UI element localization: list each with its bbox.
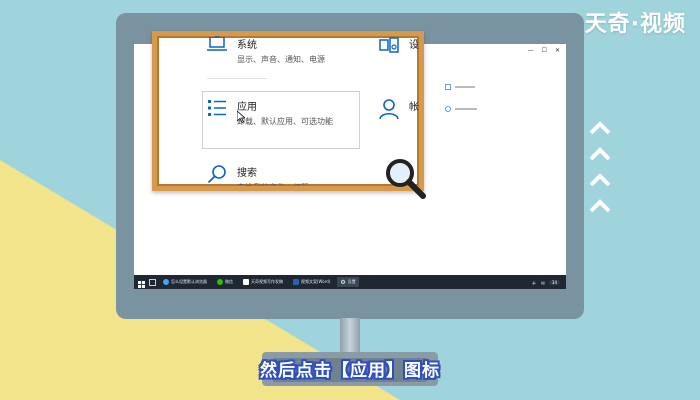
chevron-up-icon	[589, 199, 611, 213]
settings-item-devices[interactable]: 设	[379, 36, 419, 60]
taskbar: 怎么设置默认浏览器 微信 天奇视频写作发稿 视频文案(Word) ⚙ 设置 🔈 …	[134, 275, 566, 289]
calendar-icon	[445, 84, 451, 90]
up-arrows-decoration	[588, 120, 612, 214]
gear-icon: ⚙	[340, 278, 346, 286]
side-widget-1[interactable]	[445, 84, 477, 90]
divider	[207, 78, 267, 79]
taskbar-item-browser[interactable]: 怎么设置默认浏览器	[160, 277, 210, 287]
taskbar-item-word[interactable]: 视频文案(Word)	[290, 277, 333, 287]
person-icon	[379, 98, 399, 124]
settings-item-apps[interactable]: 应用 卸载、默认应用、可选功能	[207, 98, 333, 127]
chevron-up-icon	[589, 147, 611, 161]
settings-item-desc: 卸载、默认应用、可选功能	[237, 117, 333, 126]
side-widget-2[interactable]	[445, 106, 477, 112]
taskbar-item-label: 怎么设置默认浏览器	[171, 279, 207, 284]
clock-icon	[445, 106, 451, 112]
taskbar-item-label: 视频文案(Word)	[301, 279, 331, 284]
taskbar-item-label: 微信	[225, 279, 233, 284]
settings-item-title: 帐	[409, 102, 419, 113]
chevron-up-icon	[589, 121, 611, 135]
word-icon	[293, 279, 299, 285]
browser-icon	[163, 279, 169, 285]
maximize-button[interactable]: ☐	[542, 47, 547, 54]
window-controls: — ☐ ✕	[528, 47, 560, 54]
minimize-button[interactable]: —	[528, 47, 534, 54]
settings-item-desc: 显示、声音、通知、电源	[237, 55, 325, 64]
settings-item-search[interactable]: 搜索 查找我的文件、权限	[207, 164, 309, 191]
laptop-icon	[207, 36, 227, 56]
side-widget-1-text	[455, 86, 475, 88]
brand-watermark: 天奇·视频	[584, 12, 686, 37]
settings-item-title: 应用	[237, 102, 257, 113]
apps-list-icon	[207, 98, 227, 122]
settings-item-title: 设	[409, 40, 419, 51]
mouse-cursor-icon	[236, 108, 247, 127]
settings-item-system[interactable]: 系统 显示、声音、通知、电源	[207, 36, 325, 65]
settings-item-desc: 查找我的文件、权限	[237, 183, 309, 191]
side-widgets	[445, 84, 477, 128]
taskbar-item-wechat[interactable]: 微信	[214, 277, 236, 287]
taskbar-item-label: 设置	[347, 279, 356, 284]
settings-item-title: 系统	[237, 40, 257, 51]
magnifier-icon	[383, 156, 427, 204]
search-icon	[207, 164, 227, 186]
taskbar-item-label: 天奇视频写作发稿	[251, 279, 283, 284]
volume-icon[interactable]: 🔈	[532, 280, 537, 285]
network-icon[interactable]: ▤	[541, 280, 545, 285]
wechat-icon	[217, 279, 223, 285]
settings-item-accounts[interactable]: 帐	[379, 98, 419, 124]
instruction-caption: 然后点击【应用】图标	[260, 361, 440, 381]
taskbar-item-document[interactable]: 天奇视频写作发稿	[240, 277, 286, 287]
settings-item-title: 搜索	[237, 168, 257, 179]
devices-icon	[379, 36, 399, 60]
chevron-up-icon	[589, 173, 611, 187]
task-view-icon[interactable]	[149, 278, 156, 286]
taskbar-item-settings[interactable]: ⚙ 设置	[337, 277, 359, 287]
tray-badge[interactable]: 34	[548, 279, 560, 285]
document-icon	[243, 279, 249, 285]
side-widget-2-text	[455, 108, 477, 110]
windows-start-icon[interactable]	[138, 273, 145, 290]
close-button[interactable]: ✕	[555, 47, 560, 54]
system-tray: 🔈 ▤ 34	[532, 279, 566, 285]
